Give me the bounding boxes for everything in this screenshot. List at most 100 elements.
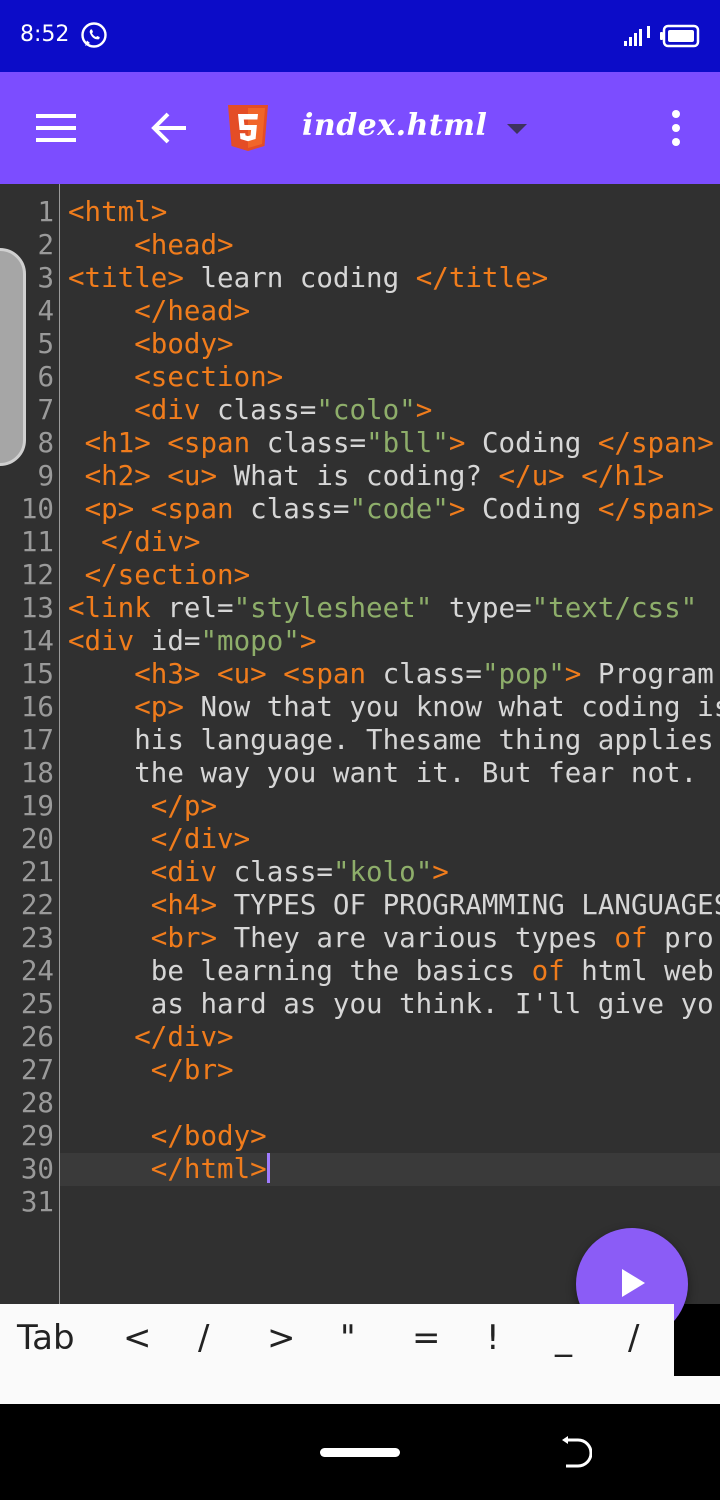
code-text: the way you want it. But fear not. bbox=[68, 757, 697, 790]
code-token: Now that you know what coding is bbox=[183, 691, 720, 723]
line-number: 10 bbox=[20, 493, 54, 525]
code-line[interactable]: 19 </p> bbox=[0, 790, 720, 823]
play-icon bbox=[622, 1269, 645, 1297]
code-line[interactable]: 1 <html> bbox=[0, 196, 720, 229]
code-text: <body> bbox=[68, 328, 233, 361]
symbol-key-equals[interactable]: = bbox=[412, 1316, 441, 1360]
code-token: "pop" bbox=[481, 658, 565, 690]
symbol-key-gt[interactable]: > bbox=[267, 1316, 296, 1360]
status-time: 8:52 bbox=[20, 22, 70, 47]
code-line[interactable]: 12 </section> bbox=[0, 559, 720, 592]
side-drawer-handle[interactable] bbox=[0, 248, 26, 466]
symbol-key-quote[interactable]: " bbox=[340, 1316, 356, 1360]
file-name[interactable]: index.html bbox=[302, 108, 487, 143]
code-line[interactable]: 11 </div> bbox=[0, 526, 720, 559]
code-token: </section> bbox=[84, 559, 251, 591]
code-token: <h1> bbox=[84, 427, 151, 459]
code-text: his language. Thesame thing applies bbox=[68, 724, 713, 757]
code-line[interactable]: 26 </div> bbox=[0, 1021, 720, 1054]
code-line[interactable]: 30 </html> bbox=[0, 1153, 720, 1186]
code-token: > bbox=[299, 625, 317, 657]
code-line[interactable]: 13 <link rel="stylesheet" type="text/css" bbox=[0, 592, 720, 625]
code-token: <div bbox=[134, 394, 201, 426]
code-line[interactable]: 31 bbox=[0, 1186, 720, 1219]
code-line[interactable]: 8 <h1> <span class="bll"> Coding </span> bbox=[0, 427, 720, 460]
code-token: Program bbox=[581, 658, 714, 690]
code-line[interactable]: 25 as hard as you think. I'll give yo bbox=[0, 988, 720, 1021]
code-token: </u> bbox=[498, 460, 565, 492]
code-text: <h1> <span class="bll"> Coding </span> bbox=[68, 427, 714, 460]
code-line[interactable]: 23 <br> They are various types of pro bbox=[0, 922, 720, 955]
code-text: <html> bbox=[68, 196, 167, 229]
code-token: <h4> bbox=[150, 889, 218, 921]
code-token: class= bbox=[233, 493, 350, 525]
symbol-key-tab[interactable]: Tab bbox=[17, 1316, 75, 1360]
line-number: 17 bbox=[20, 724, 54, 756]
code-token: </html> bbox=[150, 1153, 267, 1185]
code-editor[interactable]: 1 <html> 2 <head> 3 <title> learn coding </t… bbox=[0, 184, 720, 1304]
code-line[interactable]: 9 <h2> <u> What is coding? </u> </h1> bbox=[0, 460, 720, 493]
code-line[interactable]: 20 </div> bbox=[0, 823, 720, 856]
code-text: <head> bbox=[68, 229, 233, 262]
line-number: 28 bbox=[20, 1087, 54, 1119]
code-text: be learning the basics of html web bbox=[68, 955, 714, 988]
rotate-icon[interactable] bbox=[560, 1436, 592, 1470]
symbol-key-exclaim[interactable]: ! bbox=[486, 1316, 500, 1360]
code-line[interactable]: 3 <title> learn coding </title> bbox=[0, 262, 720, 295]
code-token: <div bbox=[150, 856, 218, 888]
code-token: of bbox=[614, 922, 648, 954]
code-line[interactable]: 29 </body> bbox=[0, 1120, 720, 1153]
code-line[interactable]: 17 his language. Thesame thing applies bbox=[0, 724, 720, 757]
text-cursor bbox=[266, 1153, 270, 1183]
code-line[interactable]: 27 </br> bbox=[0, 1054, 720, 1087]
code-token: learn coding bbox=[183, 262, 416, 294]
more-vert-icon[interactable] bbox=[664, 108, 688, 148]
code-line[interactable]: 18 the way you want it. But fear not. bbox=[0, 757, 720, 790]
code-line[interactable]: 14 <div id="mopo"> bbox=[0, 625, 720, 658]
code-line[interactable]: 15 <h3> <u> <span class="pop"> Program bbox=[0, 658, 720, 691]
code-line[interactable]: 10 <p> <span class="code"> Coding </span… bbox=[0, 493, 720, 526]
code-token: type= bbox=[432, 592, 532, 624]
back-icon[interactable] bbox=[150, 109, 188, 147]
code-token: <p> bbox=[84, 493, 135, 525]
code-line[interactable]: 22 <h4> TYPES OF PROGRAMMING LANGUAGES bbox=[0, 889, 720, 922]
code-text: <section> bbox=[68, 361, 283, 394]
code-line[interactable]: 28 bbox=[0, 1087, 720, 1120]
code-line[interactable]: 24 be learning the basics of html web bbox=[0, 955, 720, 988]
code-line[interactable]: 5 <body> bbox=[0, 328, 720, 361]
symbol-key-slash[interactable]: / bbox=[198, 1316, 209, 1360]
code-line[interactable]: 2 <head> bbox=[0, 229, 720, 262]
code-token: "code" bbox=[349, 493, 449, 525]
code-line[interactable]: 16 <p> Now that you know what coding is bbox=[0, 691, 720, 724]
symbol-key-lt[interactable]: < bbox=[123, 1316, 152, 1360]
code-token: > bbox=[415, 394, 433, 426]
code-text: <div id="mopo"> bbox=[68, 625, 316, 658]
code-token: class= bbox=[366, 658, 482, 690]
line-number: 31 bbox=[20, 1186, 54, 1218]
code-token: as hard as you think. I'll give yo bbox=[68, 988, 714, 1020]
line-number: 25 bbox=[20, 988, 54, 1020]
code-line[interactable]: 7 <div class="colo"> bbox=[0, 394, 720, 427]
code-token: > bbox=[432, 856, 449, 888]
code-line[interactable]: 21 <div class="kolo"> bbox=[0, 856, 720, 889]
symbol-key-slash-2[interactable]: / bbox=[628, 1316, 639, 1360]
code-text: <title> learn coding </title> bbox=[68, 262, 548, 295]
dropdown-icon[interactable] bbox=[505, 122, 529, 136]
code-token: <h3> bbox=[134, 658, 201, 690]
code-line[interactable]: 6 <section> bbox=[0, 361, 720, 394]
code-line[interactable]: 4 </head> bbox=[0, 295, 720, 328]
menu-icon[interactable] bbox=[36, 112, 76, 144]
home-pill[interactable] bbox=[320, 1448, 400, 1457]
symbol-key-underscore[interactable]: _ bbox=[555, 1316, 572, 1360]
